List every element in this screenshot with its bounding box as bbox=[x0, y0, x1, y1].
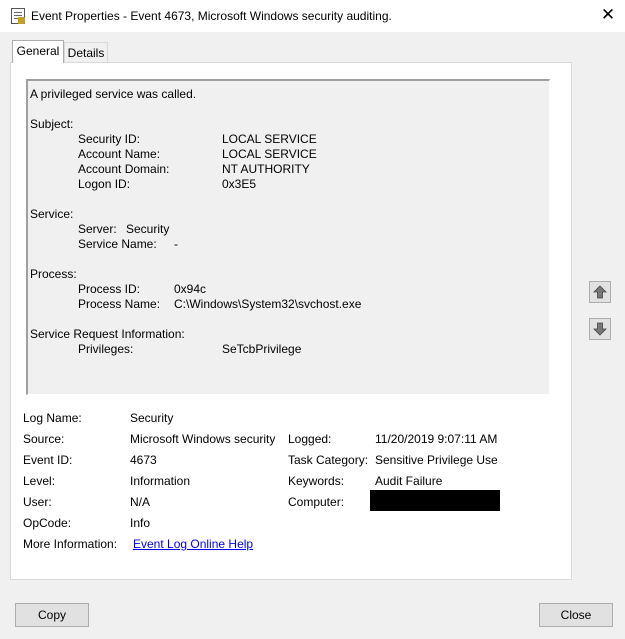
title-bar: Event Properties - Event 4673, Microsoft… bbox=[0, 0, 625, 32]
service-name-label: Service Name: bbox=[78, 237, 157, 251]
event-id-label: Event ID: bbox=[23, 453, 73, 467]
keywords-value: Audit Failure bbox=[375, 474, 443, 488]
log-name-label: Log Name: bbox=[23, 411, 82, 425]
process-id-value: 0x94c bbox=[174, 282, 207, 296]
logon-id-value: 0x3E5 bbox=[222, 177, 257, 191]
process-id-label: Process ID: bbox=[78, 282, 141, 296]
logon-id-label: Logon ID: bbox=[78, 177, 131, 191]
computer-value-redacted bbox=[370, 490, 500, 511]
level-value: Information bbox=[130, 474, 191, 488]
user-value: N/A bbox=[130, 495, 151, 509]
opcode-value: Info bbox=[130, 516, 151, 530]
more-information-label: More Information: bbox=[23, 537, 118, 551]
task-category-value: Sensitive Privilege Use bbox=[375, 453, 498, 467]
log-name-value: Security bbox=[130, 411, 174, 425]
close-button[interactable]: Close bbox=[539, 603, 613, 627]
account-domain-value: NT AUTHORITY bbox=[222, 162, 310, 176]
logged-value: 11/20/2019 9:07:11 AM bbox=[375, 432, 498, 446]
tab-general[interactable]: General bbox=[12, 40, 64, 63]
privileges-value: SeTcbPrivilege bbox=[222, 342, 302, 356]
event-log-online-help-link[interactable]: Event Log Online Help bbox=[133, 537, 253, 551]
close-icon[interactable]: ✕ bbox=[599, 6, 617, 24]
account-name-value: LOCAL SERVICE bbox=[222, 147, 317, 161]
user-label: User: bbox=[23, 495, 52, 509]
event-id-value: 4673 bbox=[130, 453, 157, 467]
tab-details[interactable]: Details bbox=[64, 42, 108, 62]
service-name-value: - bbox=[174, 237, 178, 251]
keywords-label: Keywords: bbox=[288, 474, 345, 488]
event-description-box[interactable]: A privileged service was called. Subject… bbox=[26, 79, 550, 395]
security-id-value: LOCAL SERVICE bbox=[222, 132, 317, 146]
process-label: Process: bbox=[30, 267, 77, 281]
previous-event-button[interactable] bbox=[589, 281, 611, 303]
computer-label: Computer: bbox=[288, 495, 345, 509]
window-title: Event Properties - Event 4673, Microsoft… bbox=[31, 9, 392, 23]
process-name-value: C:\Windows\System32\svchost.exe bbox=[174, 297, 362, 311]
event-viewer-icon bbox=[11, 8, 25, 24]
arrow-up-icon bbox=[593, 285, 607, 299]
logged-label: Logged: bbox=[288, 432, 332, 446]
account-name-label: Account Name: bbox=[78, 147, 161, 161]
account-domain-label: Account Domain: bbox=[78, 162, 170, 176]
subject-label: Subject: bbox=[30, 117, 74, 131]
security-id-label: Security ID: bbox=[78, 132, 141, 146]
source-value: Microsoft Windows security bbox=[130, 432, 276, 446]
next-event-button[interactable] bbox=[589, 318, 611, 340]
description-heading: A privileged service was called. bbox=[30, 87, 197, 101]
service-label: Service: bbox=[30, 207, 74, 221]
server-value: Security bbox=[126, 222, 170, 236]
arrow-down-icon bbox=[593, 322, 607, 336]
opcode-label: OpCode: bbox=[23, 516, 72, 530]
task-category-label: Task Category: bbox=[288, 453, 369, 467]
source-label: Source: bbox=[23, 432, 65, 446]
copy-button[interactable]: Copy bbox=[15, 603, 89, 627]
level-label: Level: bbox=[23, 474, 56, 488]
process-name-label: Process Name: bbox=[78, 297, 161, 311]
privileges-label: Privileges: bbox=[78, 342, 134, 356]
server-label: Server: bbox=[78, 222, 117, 236]
service-request-info-label: Service Request Information: bbox=[30, 327, 185, 341]
